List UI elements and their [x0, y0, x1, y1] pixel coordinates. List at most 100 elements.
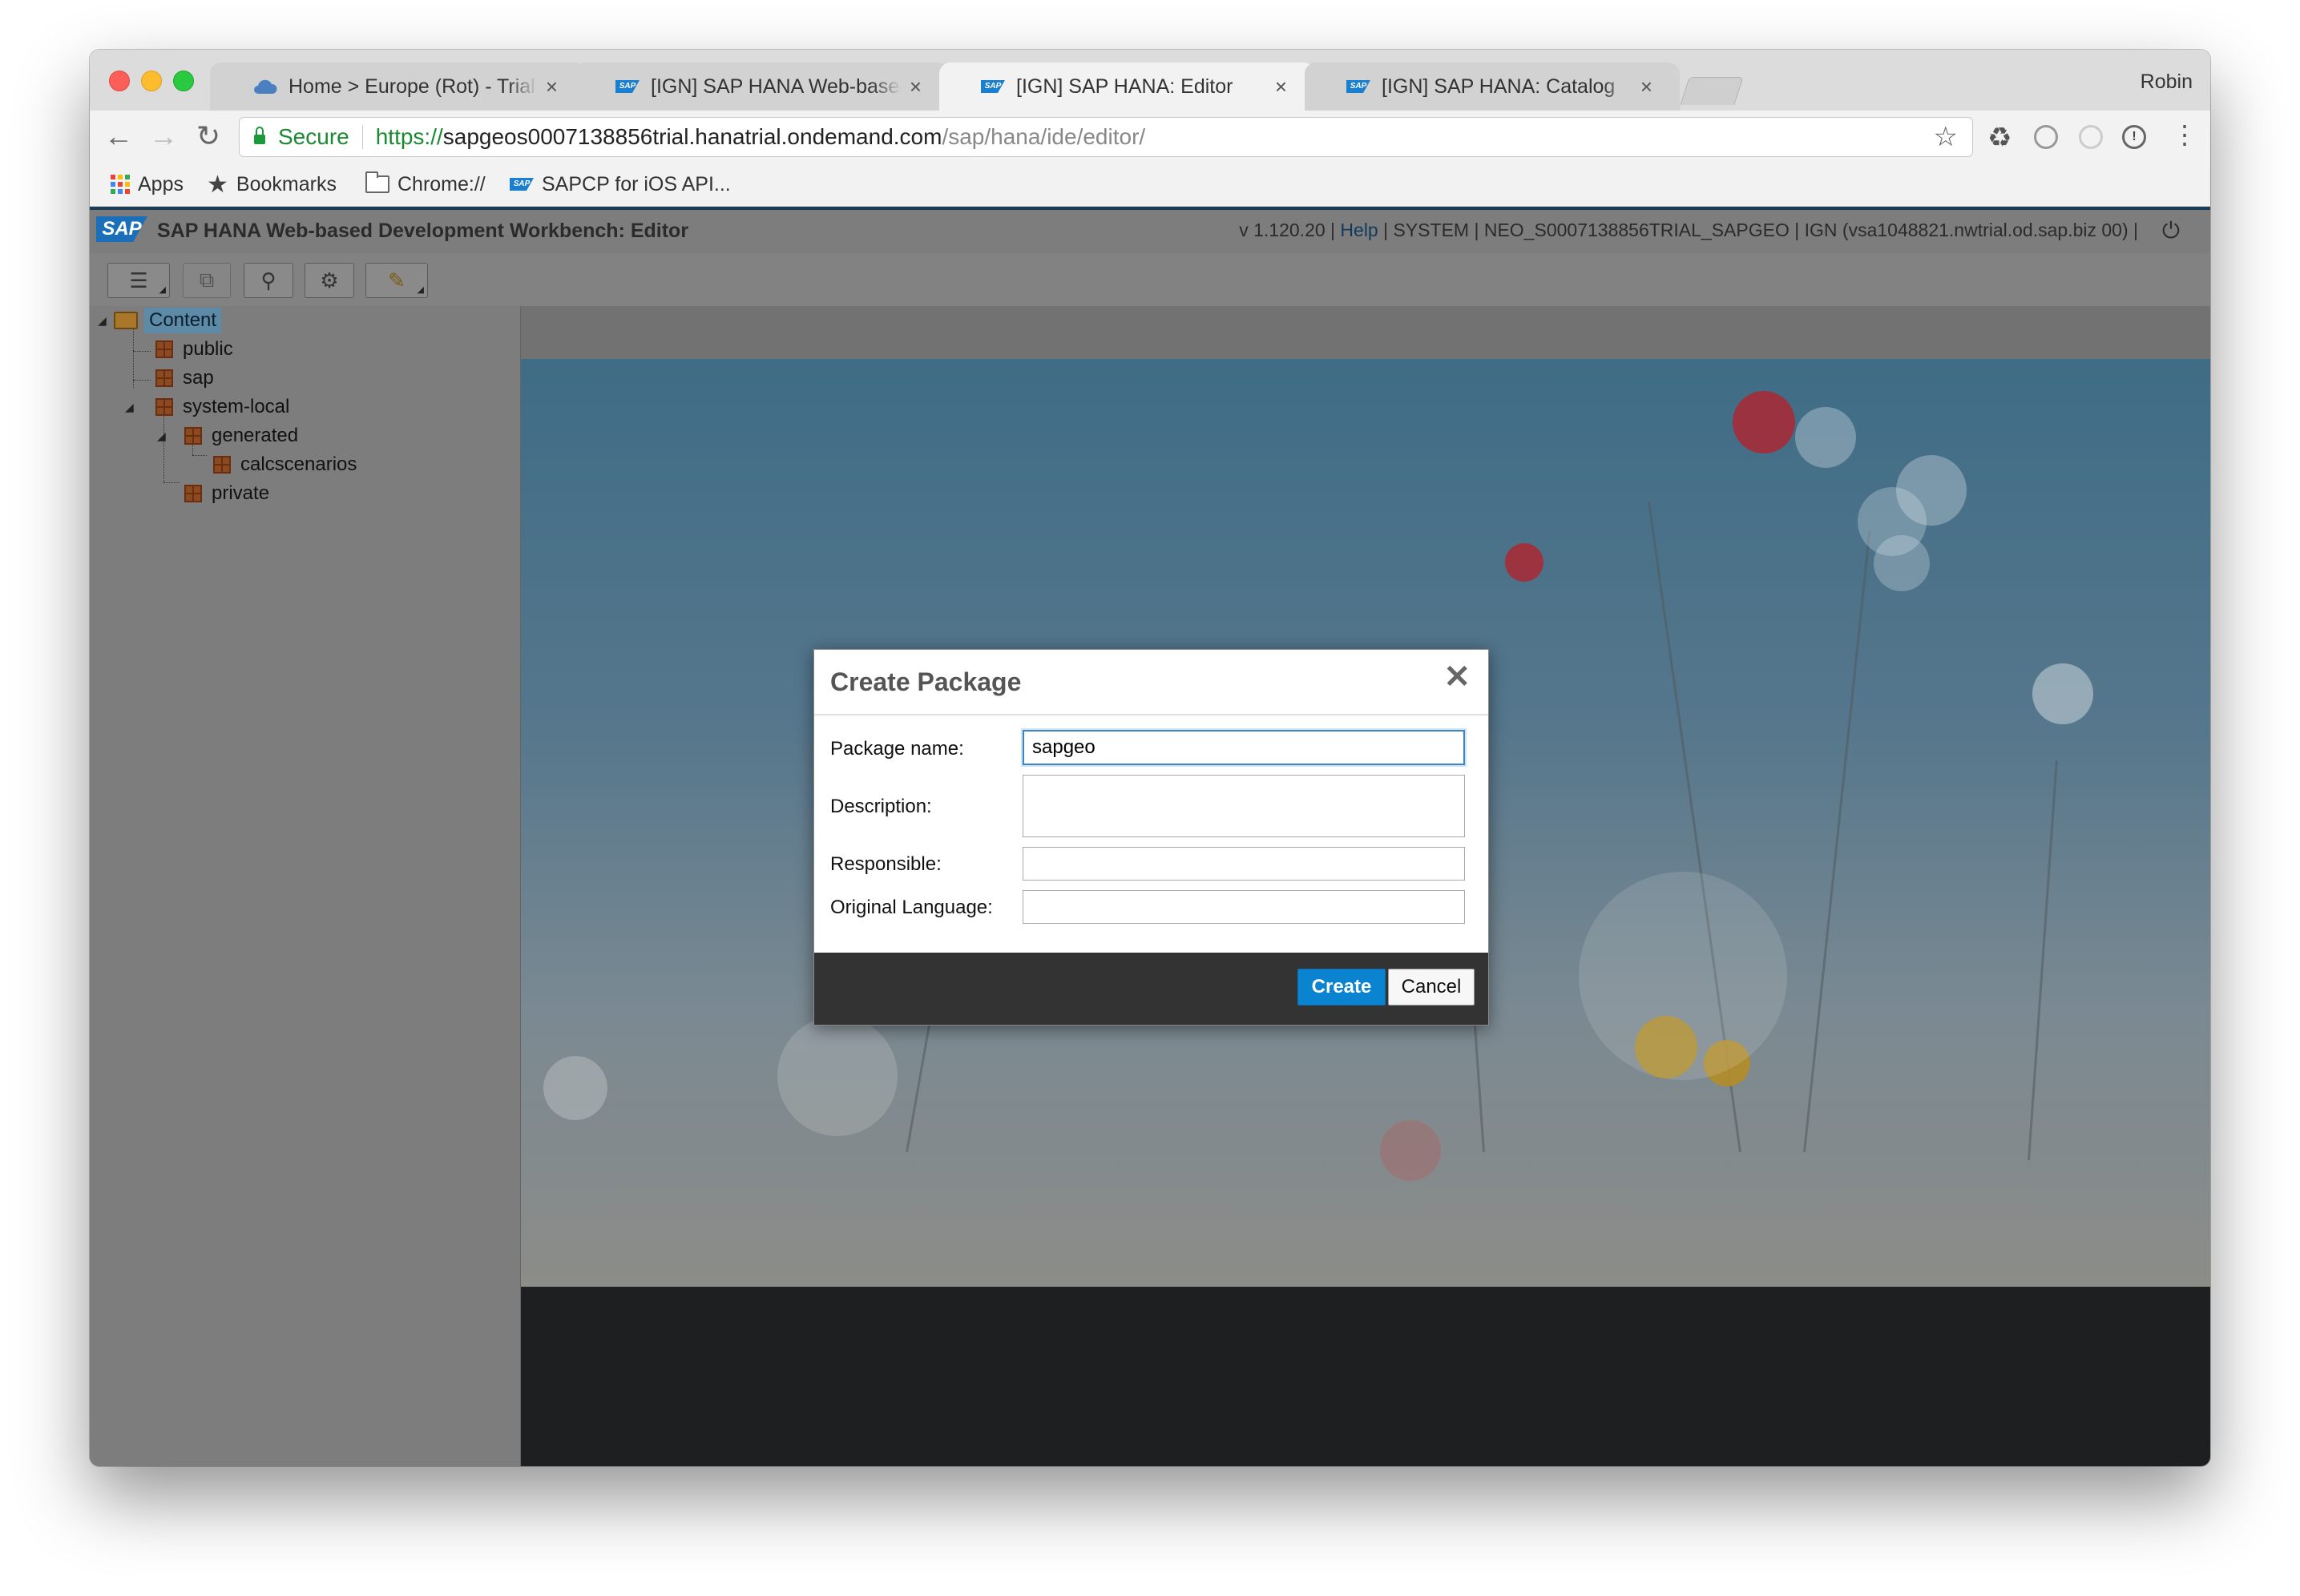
decorative-stem — [2028, 760, 2058, 1161]
tree-node-public[interactable]: public — [155, 335, 233, 364]
extension-icon[interactable] — [2079, 125, 2103, 149]
browser-tab-editor[interactable]: SAP [IGN] SAP HANA: Editor × — [939, 62, 1314, 111]
tab-strip: Home > Europe (Rot) - Trial > s × SAP [I… — [90, 50, 2210, 111]
tree-connector — [192, 455, 207, 456]
decorative-bubble — [1505, 543, 1543, 582]
create-button[interactable]: Create — [1297, 969, 1386, 1006]
tree-node-content[interactable]: ◢ Content — [98, 306, 222, 335]
bookmark-star-icon[interactable]: ☆ — [1934, 121, 1958, 153]
browser-tab-home[interactable]: Home > Europe (Rot) - Trial > s × — [210, 62, 585, 111]
reload-icon[interactable]: ↻ — [192, 122, 224, 151]
tab-close-icon[interactable]: × — [1640, 75, 1652, 99]
meta-divider: | — [1794, 220, 1800, 240]
menu-dropdown-button[interactable]: ☰ ◢ — [107, 263, 170, 298]
address-divider — [361, 125, 363, 149]
console-panel — [521, 1287, 2210, 1466]
tree-node-system-local[interactable]: ◢ system-local — [125, 393, 289, 421]
cancel-button[interactable]: Cancel — [1388, 969, 1475, 1006]
original-language-field[interactable] — [1023, 890, 1465, 924]
package-icon — [155, 341, 173, 358]
tree-node-label: private — [212, 482, 270, 504]
browser-toolbar: ← → ↻ Secure https:// sapgeos0007138856t… — [90, 111, 2210, 163]
bookmark-bookmarks[interactable]: ★ Bookmarks — [207, 168, 337, 200]
tree-node-label: Content — [144, 308, 222, 333]
settings-button[interactable]: ⚙ — [305, 263, 354, 298]
close-icon[interactable]: ✕ — [1443, 661, 1471, 693]
app-meta: v 1.120.20 | Help | SYSTEM | NEO_S000713… — [1239, 220, 2138, 241]
help-link[interactable]: Help — [1340, 220, 1378, 240]
responsible-field[interactable] — [1023, 847, 1465, 881]
meta-divider: | — [1330, 220, 1336, 240]
secure-label: Secure — [278, 124, 349, 149]
forward-arrow-icon[interactable]: → — [147, 122, 180, 151]
copy-icon: ⧉ — [199, 268, 215, 292]
address-bar[interactable]: Secure https:// sapgeos0007138856trial.h… — [239, 117, 1973, 157]
decorative-bubble — [1579, 872, 1787, 1080]
decorative-bubble — [1380, 1120, 1441, 1181]
new-tab-button[interactable] — [1680, 77, 1744, 105]
dialog-divider — [814, 714, 1488, 715]
decorative-bubble — [1795, 407, 1856, 468]
decorative-bubble — [2032, 663, 2093, 724]
bookmark-chrome-folder[interactable]: Chrome:// — [365, 168, 486, 200]
collapse-arrow-icon[interactable]: ◢ — [125, 401, 141, 414]
package-name-input[interactable] — [1023, 730, 1465, 765]
collapse-arrow-icon[interactable]: ◢ — [157, 429, 173, 443]
tree-node-label: calcscenarios — [240, 453, 357, 475]
package-icon — [184, 485, 202, 502]
user-label: SYSTEM — [1393, 220, 1470, 240]
meta-divider: | — [1474, 220, 1479, 240]
minimize-window-button[interactable] — [141, 71, 162, 91]
dialog-title: Create Package — [830, 667, 1022, 696]
close-window-button[interactable] — [109, 71, 130, 91]
tab-close-icon[interactable]: × — [910, 75, 922, 99]
tools-dropdown-button[interactable]: ✎ ◢ — [365, 263, 428, 298]
tree-node-generated[interactable]: ◢ generated — [157, 421, 298, 450]
browser-tab-catalog[interactable]: SAP [IGN] SAP HANA: Catalog × — [1305, 62, 1680, 111]
back-arrow-icon[interactable]: ← — [103, 122, 135, 151]
app-header: SAP SAP HANA Web-based Development Workb… — [90, 207, 2210, 253]
sap-icon: SAP — [981, 80, 1005, 93]
package-icon — [155, 369, 173, 387]
description-label: Description: — [830, 796, 932, 817]
meta-divider: | — [2133, 220, 2138, 240]
bookmark-sapcp[interactable]: SAP SAPCP for iOS API... — [510, 168, 731, 200]
meta-divider: | — [1383, 220, 1389, 240]
tab-title: [IGN] SAP HANA: Catalog — [1382, 75, 1616, 98]
star-icon: ★ — [207, 171, 228, 198]
package-icon — [184, 427, 202, 445]
bookmark-label: SAPCP for iOS API... — [542, 172, 731, 195]
bookmark-apps[interactable]: Apps — [111, 168, 184, 200]
tree-node-label: system-local — [183, 396, 290, 417]
browser-menu-icon[interactable]: ⋮ — [2172, 120, 2197, 149]
tree-node-private[interactable]: private — [184, 479, 269, 508]
browser-tab-workbench[interactable]: SAP [IGN] SAP HANA Web-based D × — [574, 62, 949, 111]
dialog-footer: Create Cancel — [814, 953, 1488, 1025]
decorative-bubble — [543, 1056, 607, 1120]
responsible-label: Responsible: — [830, 853, 942, 875]
profile-name[interactable]: Robin — [2141, 71, 2193, 94]
app-title: SAP HANA Web-based Development Workbench… — [157, 220, 689, 242]
repository-tree-panel: ◢ Content public sap ◢ system-local ◢ ge… — [90, 306, 611, 1466]
tools-icon: ✎ — [388, 268, 406, 292]
tree-node-label: generated — [212, 425, 299, 446]
extension-icon[interactable] — [2034, 125, 2058, 149]
tree-connector — [133, 380, 151, 381]
search-button[interactable]: ⚲ — [244, 263, 293, 298]
decorative-bubble — [1874, 535, 1930, 591]
tab-close-icon[interactable]: × — [1275, 75, 1287, 99]
url-path: /sap/hana/ide/editor/ — [942, 124, 1146, 149]
recycle-extension-icon[interactable]: ♻ — [1987, 122, 2011, 154]
maximize-window-button[interactable] — [173, 71, 194, 91]
collapse-arrow-icon[interactable]: ◢ — [98, 314, 114, 328]
tree-node-calcscenarios[interactable]: calcscenarios — [213, 450, 357, 479]
tab-close-icon[interactable]: × — [546, 75, 558, 99]
create-package-dialog: Create Package ✕ Package name: Descripti… — [813, 649, 1489, 1026]
bookmark-label: Chrome:// — [397, 172, 486, 195]
description-field[interactable] — [1023, 775, 1465, 837]
password-manager-icon[interactable]: ! — [2122, 125, 2146, 149]
logout-power-icon[interactable]: ⏻ — [2162, 218, 2180, 244]
tree-node-sap[interactable]: sap — [155, 364, 214, 393]
copy-button[interactable]: ⧉ — [183, 263, 231, 298]
original-language-label: Original Language: — [830, 897, 993, 918]
